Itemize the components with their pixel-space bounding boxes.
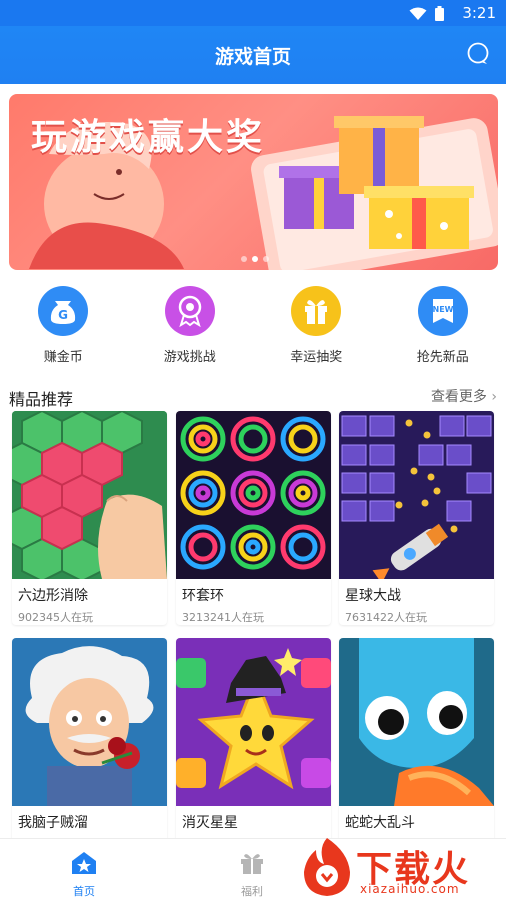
top-nav-bar: 游戏首页	[0, 26, 506, 84]
game-cover-rings	[176, 411, 331, 579]
quick-entry-earn-coins[interactable]: G 赚金币	[0, 286, 127, 370]
quick-entry-lottery[interactable]: 幸运抽奖	[253, 286, 380, 370]
quick-entry-row: G 赚金币 游戏挑战 幸运抽奖 NEW 抢先新品	[0, 286, 506, 370]
game-name: 蛇蛇大乱斗	[345, 815, 415, 831]
medal-icon	[164, 286, 215, 336]
game-name: 星球大战	[345, 588, 401, 604]
game-cover-space	[339, 411, 494, 579]
status-icons	[409, 6, 444, 21]
gold-coin-bag-icon: G	[38, 286, 89, 336]
game-name: 六边形消除	[18, 588, 88, 604]
tab-home-label: 首页	[73, 885, 95, 898]
game-cover-popstar	[176, 638, 331, 806]
game-card[interactable]: 我脑子贼溜	[12, 638, 167, 852]
status-time: 3:21	[462, 4, 496, 22]
game-cover-snake	[339, 638, 494, 806]
banner-pagination	[241, 256, 269, 262]
quick-entry-challenge[interactable]: 游戏挑战	[127, 286, 254, 370]
watermark-url: xiazaihuo.com	[360, 882, 460, 896]
banner-dot[interactable]	[241, 256, 247, 262]
svg-text:G: G	[58, 308, 68, 322]
quick-entry-label: 游戏挑战	[163, 350, 216, 365]
game-card[interactable]: 环套环 3213241人在玩	[176, 411, 331, 625]
game-card[interactable]: 星球大战 7631422人在玩	[339, 411, 494, 625]
svg-text:NEW: NEW	[432, 305, 453, 314]
promo-banner[interactable]: 玩游戏赢大奖	[9, 94, 498, 270]
status-bar: 3:21	[0, 0, 506, 26]
quick-entry-label: 幸运抽奖	[290, 350, 343, 365]
game-cover-brain	[12, 638, 167, 806]
chevron-right-icon: ›	[491, 389, 497, 405]
game-player-count: 3213241人在玩	[182, 611, 264, 624]
view-more-link[interactable]: 查看更多 ›	[431, 386, 497, 406]
game-player-count: 902345人在玩	[18, 611, 93, 624]
home-icon	[72, 852, 96, 874]
game-card[interactable]: 蛇蛇大乱斗	[339, 638, 494, 852]
section-title: 精品推荐	[9, 390, 74, 409]
banner-slogan: 玩游戏赢大奖	[31, 117, 266, 158]
page-title: 游戏首页	[214, 46, 291, 68]
battery-icon	[435, 6, 444, 21]
gift-icon	[291, 286, 342, 336]
watermark-logo: 下载火 xiazaihuo.com	[298, 836, 506, 900]
new-badge-icon: NEW	[417, 286, 468, 336]
game-name: 环套环	[182, 588, 224, 604]
quick-entry-label: 赚金币	[43, 350, 83, 365]
game-cover-hexagon	[12, 411, 167, 579]
quick-entry-new-games[interactable]: NEW 抢先新品	[380, 286, 506, 370]
tab-home[interactable]: 首页	[0, 839, 168, 900]
flame-logo-icon	[304, 838, 350, 896]
game-player-count: 7631422人在玩	[345, 611, 427, 624]
game-name: 消灭星星	[182, 815, 238, 831]
game-card[interactable]: 消灭星星	[176, 638, 331, 852]
gift-icon	[241, 854, 263, 874]
quick-entry-label: 抢先新品	[416, 350, 469, 365]
banner-dot-active[interactable]	[252, 256, 258, 262]
banner-dot[interactable]	[263, 256, 269, 262]
wifi-icon	[409, 7, 427, 20]
view-more-label: 查看更多	[430, 389, 487, 405]
message-bubble-icon[interactable]	[466, 42, 490, 66]
section-header: 精品推荐 查看更多 ›	[9, 384, 497, 409]
game-card[interactable]: 六边形消除 902345人在玩	[12, 411, 167, 625]
game-name: 我脑子贼溜	[18, 815, 88, 831]
